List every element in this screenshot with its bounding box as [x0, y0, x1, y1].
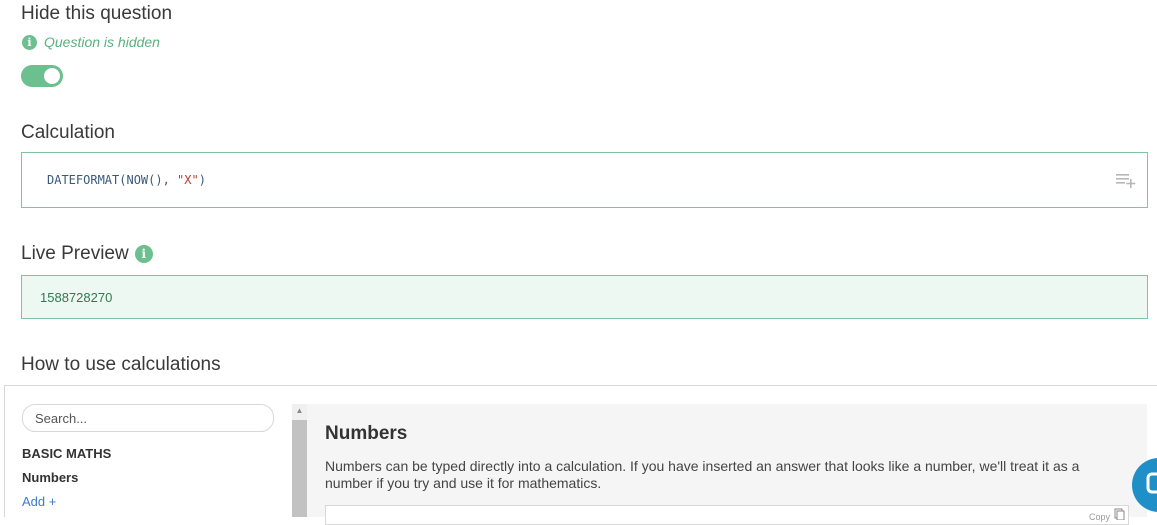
- calculation-editor[interactable]: DATEFORMAT(NOW(), "X"): [21, 152, 1148, 208]
- code-close: ): [198, 173, 206, 187]
- code-string: "X": [177, 173, 199, 187]
- hide-question-title: Hide this question: [21, 3, 173, 24]
- live-preview-output: 1588728270: [21, 275, 1148, 319]
- help-item-add[interactable]: Add +: [22, 494, 56, 509]
- scroll-up-icon[interactable]: ▲: [292, 407, 307, 415]
- help-content-title: Numbers: [325, 423, 408, 444]
- help-list-scrollbar[interactable]: ▲: [292, 404, 307, 517]
- hide-question-toggle[interactable]: [21, 65, 63, 87]
- copy-label: Copy: [1088, 512, 1110, 522]
- calculation-title: Calculation: [21, 122, 115, 143]
- hidden-status-text: Question is hidden: [44, 34, 160, 50]
- help-search-input[interactable]: [22, 404, 274, 432]
- insert-field-icon: [1116, 174, 1136, 188]
- toggle-knob: [44, 68, 60, 84]
- scrollbar-thumb[interactable]: [292, 420, 307, 517]
- example-code-box: Copy: [325, 505, 1129, 525]
- info-icon: i: [22, 34, 37, 50]
- chat-icon: [1146, 472, 1157, 494]
- info-icon[interactable]: i: [134, 244, 153, 263]
- help-content-text: Numbers can be typed directly into a cal…: [325, 458, 1080, 491]
- live-preview-value: 1588728270: [40, 289, 113, 305]
- calculation-code: DATEFORMAT(NOW(), "X"): [47, 173, 206, 187]
- live-preview-title: Live Preview: [21, 243, 129, 264]
- copy-icon[interactable]: [1114, 508, 1125, 520]
- insert-field-button[interactable]: [1115, 171, 1137, 194]
- code-function: DATEFORMAT(NOW(),: [47, 173, 178, 187]
- live-preview-header: Live Preview i: [21, 244, 153, 263]
- help-item-numbers[interactable]: Numbers: [22, 470, 78, 485]
- help-content: Numbers Numbers can be typed directly in…: [307, 404, 1147, 525]
- hidden-status: i Question is hidden: [22, 34, 160, 50]
- howto-title: How to use calculations: [21, 354, 221, 375]
- category-basic-maths: BASIC MATHS: [22, 446, 112, 461]
